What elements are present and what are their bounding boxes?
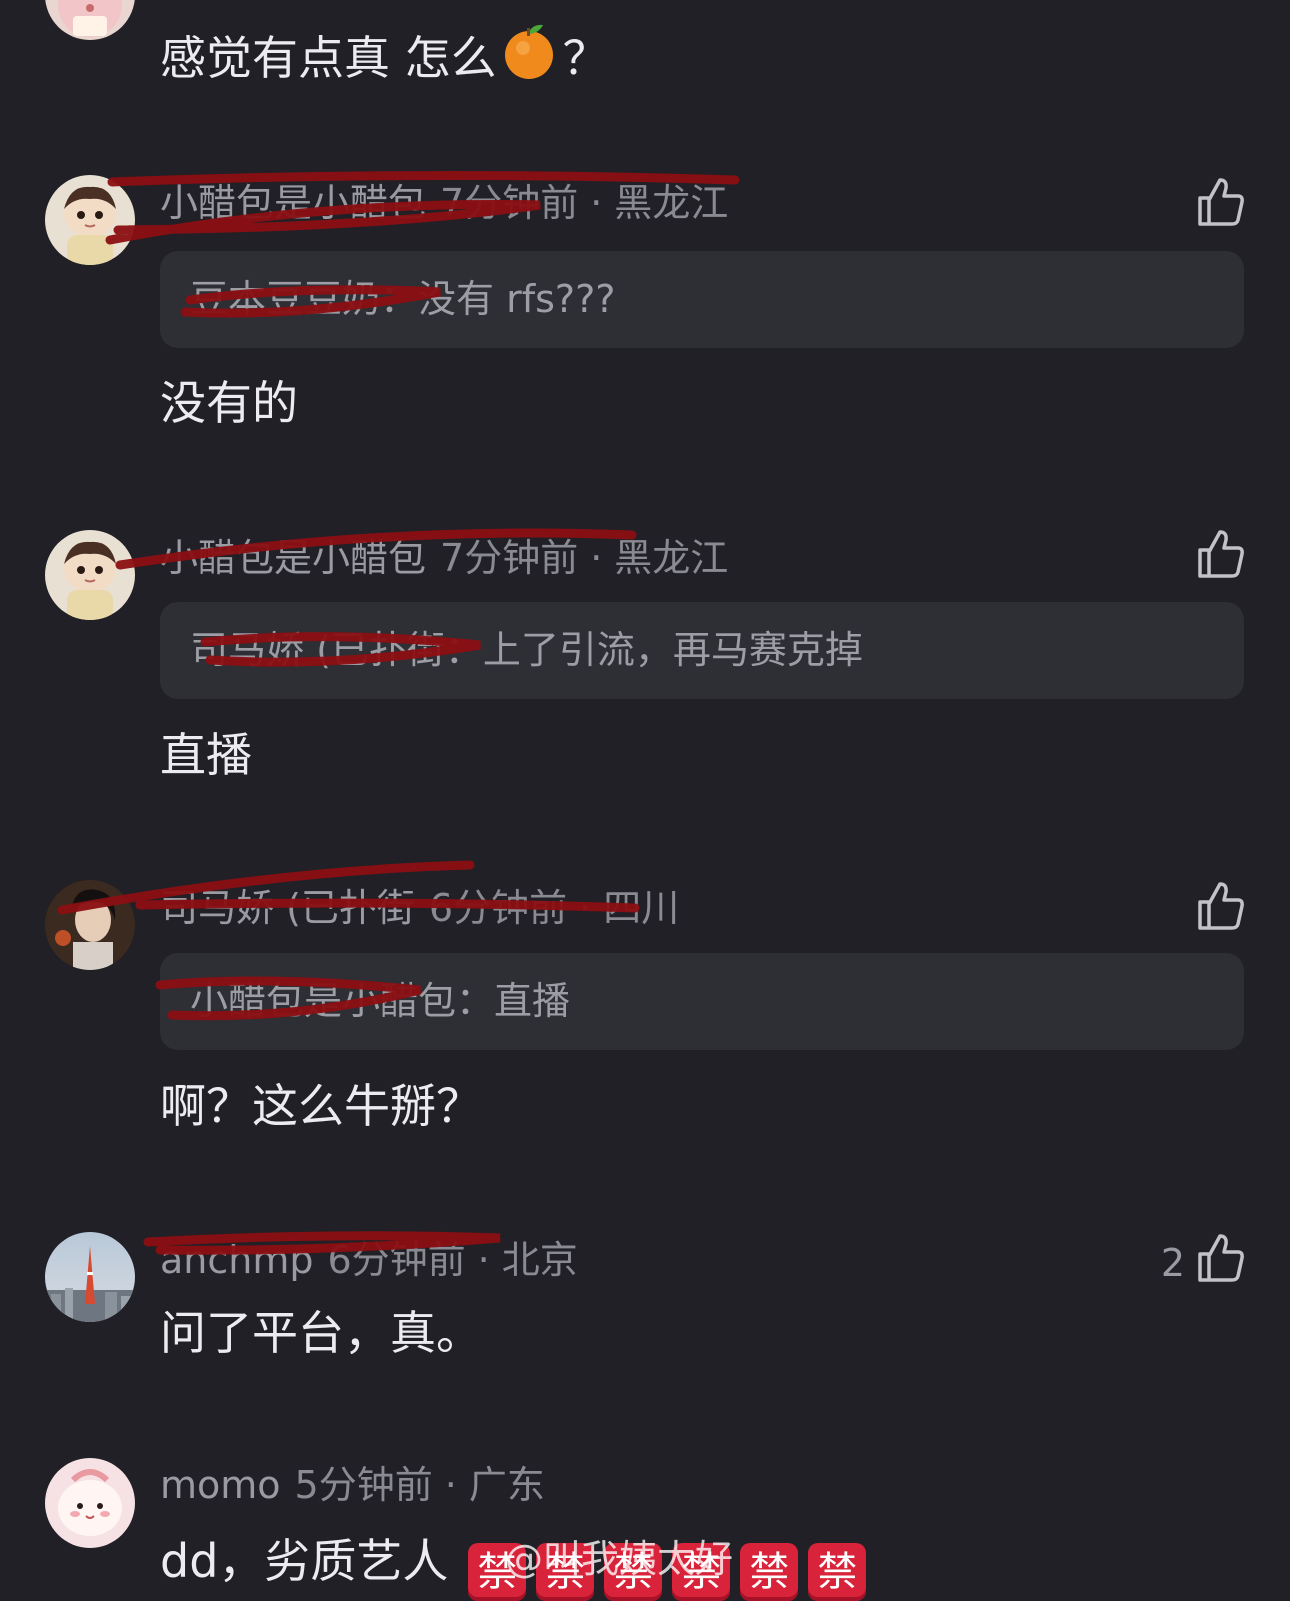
quote-username[interactable]: 司马娇 (已扑街 bbox=[190, 628, 445, 672]
quoted-reply[interactable]: 司马娇 (已扑街：上了引流，再马赛克掉 bbox=[160, 602, 1244, 699]
avatar[interactable] bbox=[45, 1458, 135, 1548]
quote-colon: ： bbox=[444, 628, 483, 672]
avatar[interactable] bbox=[45, 1232, 135, 1322]
forbidden-ban-emoji: 禁 bbox=[740, 1543, 799, 1601]
comment-body: 没有的 bbox=[160, 376, 298, 430]
quote-text: 上了引流，再马赛克掉 bbox=[482, 628, 863, 672]
forbidden-ban-emoji: 禁 bbox=[808, 1543, 867, 1601]
comment-body-text: dd，劣质艺人 bbox=[160, 1534, 449, 1588]
username[interactable]: 司马娇 (已扑街 bbox=[160, 886, 415, 930]
meta-separator: · bbox=[444, 1463, 457, 1507]
thumbs-up-icon bbox=[1198, 1234, 1244, 1282]
comment-location: 黑龙江 bbox=[614, 536, 729, 580]
comment-time: 6分钟前 bbox=[428, 886, 568, 930]
comment-location: 四川 bbox=[603, 886, 680, 930]
avatar[interactable] bbox=[45, 175, 135, 265]
comment-location: 黑龙江 bbox=[614, 181, 729, 225]
username[interactable]: anchmp bbox=[160, 1238, 313, 1282]
meta-separator: · bbox=[477, 1238, 490, 1282]
meta-separator: · bbox=[590, 181, 603, 225]
avatar[interactable] bbox=[45, 530, 135, 620]
comment-location: 广东 bbox=[468, 1463, 545, 1507]
thumbs-up-icon bbox=[1198, 882, 1244, 930]
tangerine-emoji-icon bbox=[503, 22, 555, 92]
comment-time: 7分钟前 bbox=[440, 536, 579, 580]
username[interactable]: 小醋包是小醋包 bbox=[160, 536, 426, 580]
avatar[interactable] bbox=[45, 880, 135, 970]
quoted-reply[interactable]: 豆本豆豆奶：没有 rfs??? bbox=[160, 251, 1244, 348]
comment-body: 感觉有点真 怎么？ bbox=[160, 22, 609, 92]
username[interactable]: momo bbox=[160, 1463, 281, 1507]
comment-meta: 小醋包是小醋包 7分钟前 · 黑龙江 bbox=[160, 535, 728, 581]
thumbs-up-icon bbox=[1198, 178, 1244, 226]
like-count: 2 bbox=[1160, 1241, 1185, 1285]
comment-body: 啊？这么牛掰？ bbox=[160, 1079, 482, 1133]
comment-location: 北京 bbox=[501, 1238, 578, 1282]
comment-meta: 小醋包是小醋包 7分钟前 · 黑龙江 bbox=[160, 180, 728, 226]
comment-meta: momo 5分钟前 · 广东 bbox=[160, 1462, 545, 1508]
quote-text: 没有 rfs??? bbox=[418, 277, 616, 321]
like-button[interactable] bbox=[1196, 176, 1246, 228]
like-button[interactable] bbox=[1196, 528, 1246, 580]
comment-meta: 司马娇 (已扑街 6分钟前 · 四川 bbox=[160, 885, 679, 931]
thumbs-up-icon bbox=[1198, 530, 1244, 578]
meta-separator: · bbox=[590, 536, 603, 580]
quote-username[interactable]: 豆本豆豆奶 bbox=[190, 277, 380, 321]
comment-time: 5分钟前 bbox=[294, 1463, 433, 1507]
quote-colon: ： bbox=[380, 277, 419, 321]
like-button[interactable] bbox=[1196, 1232, 1246, 1284]
quoted-reply[interactable]: 小醋包是小醋包：直播 bbox=[160, 953, 1244, 1050]
like-button[interactable] bbox=[1196, 880, 1246, 932]
meta-separator: · bbox=[579, 886, 592, 930]
comment-meta: anchmp 6分钟前 · 北京 bbox=[160, 1237, 578, 1283]
comment-body: 问了平台，真。 bbox=[160, 1306, 482, 1360]
quote-colon: ： bbox=[456, 979, 495, 1023]
quote-text: 直播 bbox=[494, 979, 571, 1023]
comment-time: 7分钟前 bbox=[440, 181, 579, 225]
quote-username[interactable]: 小醋包是小醋包 bbox=[190, 979, 456, 1023]
weibo-watermark: @叫我姨太好 bbox=[505, 1537, 734, 1581]
avatar[interactable] bbox=[45, 0, 135, 40]
comment-body: 直播 bbox=[160, 728, 252, 782]
username[interactable]: 小醋包是小醋包 bbox=[160, 181, 426, 225]
comment-time: 6分钟前 bbox=[327, 1238, 466, 1282]
